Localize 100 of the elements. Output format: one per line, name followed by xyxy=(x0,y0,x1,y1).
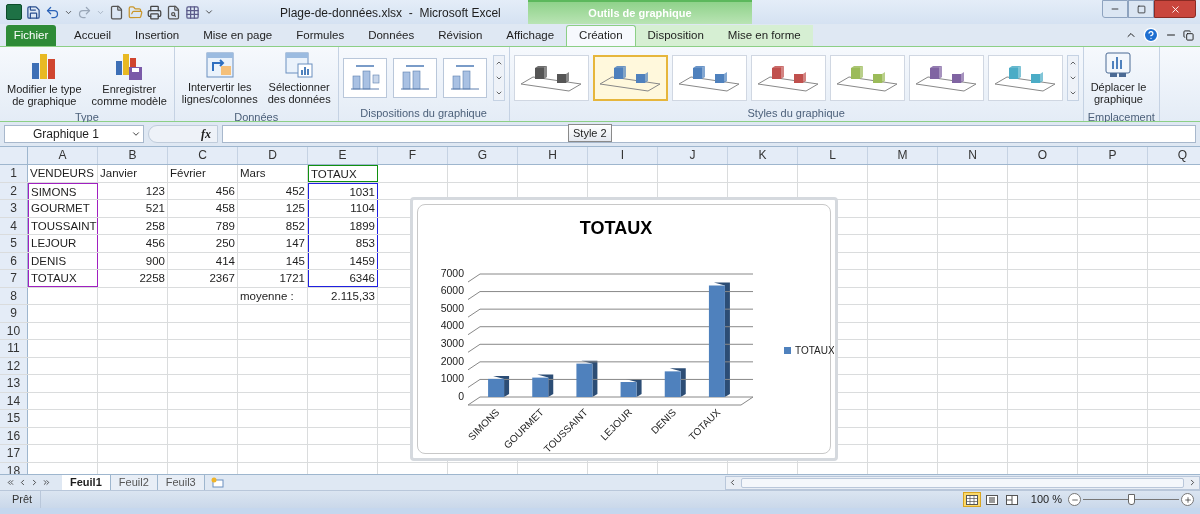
row-header[interactable]: 11 xyxy=(0,340,28,357)
scroll-right-icon[interactable] xyxy=(1188,478,1197,487)
column-header[interactable]: J xyxy=(658,147,728,164)
formula-input[interactable] xyxy=(222,125,1196,143)
zoom-out-button[interactable] xyxy=(1068,493,1081,506)
new-file-icon[interactable] xyxy=(109,4,124,20)
ribbon-tab[interactable]: Mise en page xyxy=(191,25,285,46)
sheet-tab[interactable]: Feuil1 xyxy=(62,474,111,491)
row-header[interactable]: 9 xyxy=(0,305,28,322)
column-header[interactable]: D xyxy=(238,147,308,164)
file-tab[interactable]: Fichier xyxy=(6,25,56,46)
ribbon-tab[interactable]: Accueil xyxy=(62,25,124,46)
layout-option[interactable] xyxy=(392,58,437,98)
restore-workbook-icon[interactable] xyxy=(1183,29,1194,41)
zoom-level[interactable]: 100 % xyxy=(1030,491,1062,508)
chart-style-option[interactable] xyxy=(592,55,668,101)
chart-bar xyxy=(664,371,681,397)
row-header[interactable]: 15 xyxy=(0,410,28,427)
ribbon-button[interactable]: Sélectionner des données xyxy=(264,49,334,111)
chart-style-option[interactable] xyxy=(513,55,589,101)
group-label: Dispositions du graphique xyxy=(359,107,488,121)
chart-bar xyxy=(620,382,637,397)
row-header[interactable]: 7 xyxy=(0,270,28,287)
quick-access-icon[interactable] xyxy=(185,4,200,20)
help-icon[interactable] xyxy=(1143,27,1159,43)
column-header[interactable]: A xyxy=(28,147,98,164)
column-header[interactable]: P xyxy=(1078,147,1148,164)
table-cell: 1031 xyxy=(308,182,378,199)
customize-caret-icon[interactable] xyxy=(204,7,214,17)
scroll-left-icon[interactable] xyxy=(728,478,737,487)
chart-style-option[interactable] xyxy=(750,55,826,101)
zoom-slider-thumb[interactable] xyxy=(1128,493,1135,505)
layout-option[interactable] xyxy=(442,58,487,98)
column-header[interactable]: F xyxy=(378,147,448,164)
table-cell: 145 xyxy=(238,252,308,269)
scroll-down-icon[interactable] xyxy=(1068,74,1077,82)
ribbon-tab[interactable]: Insertion xyxy=(123,25,192,46)
row-header[interactable]: 5 xyxy=(0,235,28,252)
insert-function-label[interactable]: fx xyxy=(201,125,211,143)
print-preview-icon[interactable] xyxy=(166,4,181,20)
table-cell: 125 xyxy=(238,200,308,217)
column-header[interactable]: C xyxy=(168,147,238,164)
table-cell: 6346 xyxy=(308,270,378,287)
first-sheet-icon[interactable] xyxy=(6,478,15,487)
y-axis-label: 0 xyxy=(458,389,464,402)
ribbon-tab[interactable]: Formules xyxy=(284,25,357,46)
chart-style-option[interactable] xyxy=(671,55,747,101)
save-icon[interactable] xyxy=(26,4,41,20)
row-header[interactable]: 1 xyxy=(0,165,28,182)
next-sheet-icon[interactable] xyxy=(30,478,39,487)
scroll-down-icon[interactable] xyxy=(494,74,503,82)
row-header[interactable]: 13 xyxy=(0,375,28,392)
table-cell: 456 xyxy=(98,235,168,252)
ribbon-tab[interactable]: Disposition xyxy=(635,25,716,46)
column-header[interactable]: K xyxy=(728,147,798,164)
sheet-tab[interactable]: Feuil3 xyxy=(157,474,205,491)
layout-option[interactable] xyxy=(342,58,387,98)
ribbon-tab[interactable]: Mise en forme xyxy=(715,25,813,46)
column-header[interactable]: Q xyxy=(1148,147,1200,164)
column-header[interactable]: L xyxy=(798,147,868,164)
column-header[interactable]: N xyxy=(938,147,1008,164)
column-header[interactable]: I xyxy=(588,147,658,164)
ribbon-button[interactable]: Intervertir les lignes/colonnes xyxy=(178,49,261,111)
table-cell: LEJOUR xyxy=(28,235,98,252)
minimize-button[interactable] xyxy=(1102,0,1128,18)
ribbon-tab[interactable]: Affichage xyxy=(494,25,567,46)
ribbon-button[interactable]: Modifier le type de graphique xyxy=(4,49,85,111)
column-header[interactable]: M xyxy=(868,147,938,164)
close-button[interactable] xyxy=(1154,0,1196,18)
ribbon-tab[interactable]: Création xyxy=(566,25,636,46)
column-header[interactable]: O xyxy=(1008,147,1078,164)
view-button[interactable] xyxy=(962,492,981,507)
tooltip: Style 2 xyxy=(568,124,612,142)
zoom-in-button[interactable] xyxy=(1181,493,1194,506)
row-header[interactable]: 17 xyxy=(0,445,28,462)
column-header[interactable]: G xyxy=(448,147,518,164)
row-header[interactable]: 3 xyxy=(0,200,28,217)
ribbon-button[interactable]: Déplacer le graphique xyxy=(1087,49,1150,111)
horizontal-scrollbar[interactable] xyxy=(725,475,1200,490)
chart-bar xyxy=(488,378,505,397)
column-header[interactable]: E xyxy=(308,147,378,164)
restore-button[interactable] xyxy=(1128,0,1154,18)
ribbon-tab[interactable]: Données xyxy=(356,25,427,46)
previous-sheet-icon[interactable] xyxy=(18,478,27,487)
ribbon-tab[interactable]: Révision xyxy=(426,25,495,46)
name-box[interactable]: Graphique 1 xyxy=(4,125,144,143)
plus-icon xyxy=(1183,495,1192,504)
scrollbar-thumb[interactable] xyxy=(741,477,1184,488)
undo-icon[interactable] xyxy=(45,4,60,20)
ribbon-button[interactable]: Enregistrer comme modèle xyxy=(88,49,170,111)
last-sheet-icon[interactable] xyxy=(42,478,51,487)
table-cell: 900 xyxy=(98,252,168,269)
table-cell: 456 xyxy=(168,182,238,199)
printer-icon[interactable] xyxy=(147,4,162,20)
column-header[interactable]: H xyxy=(518,147,588,164)
sheet-tab[interactable]: Feuil2 xyxy=(110,474,158,491)
dropdown-caret-icon[interactable] xyxy=(131,129,141,139)
y-axis-label: 5000 xyxy=(440,301,464,314)
chart-style-option[interactable] xyxy=(908,55,984,101)
column-header[interactable]: B xyxy=(98,147,168,164)
